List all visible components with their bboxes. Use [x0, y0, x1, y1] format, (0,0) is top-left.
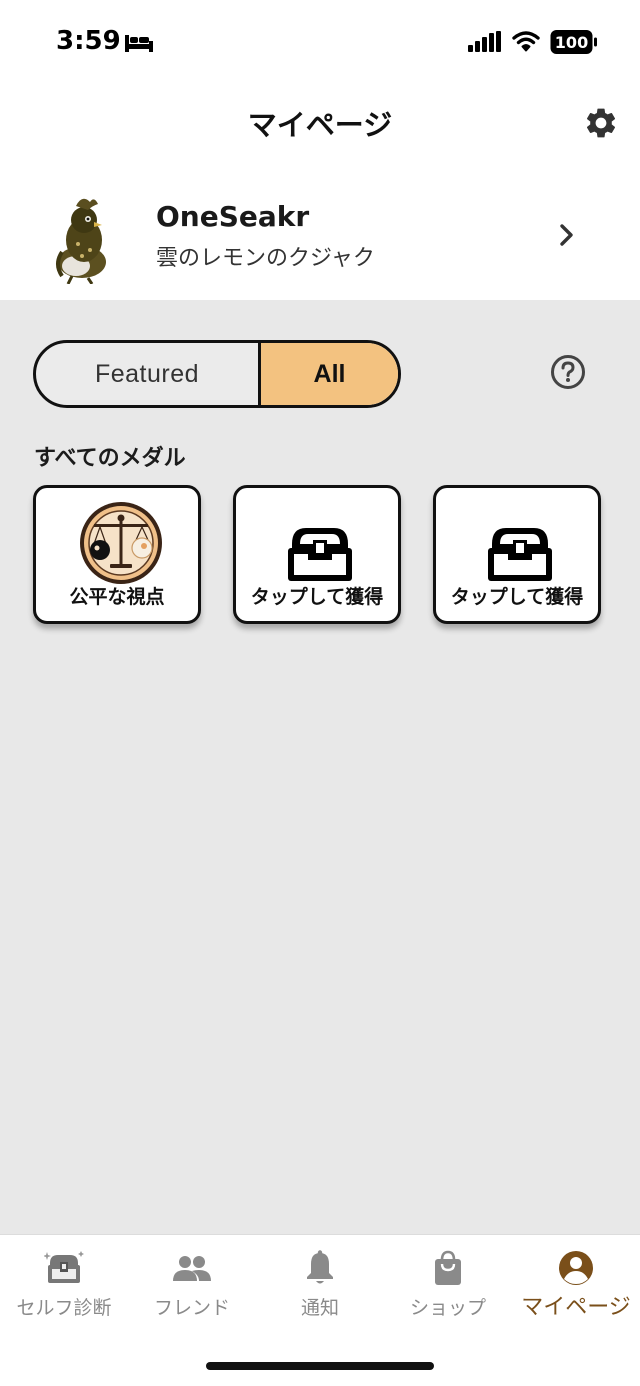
chevron-right-icon [560, 224, 573, 246]
wifi-icon [512, 31, 540, 52]
nav-notifications[interactable]: 通知 [256, 1235, 384, 1335]
medal-filter-toggle: Featured All [33, 340, 401, 408]
home-indicator[interactable] [206, 1362, 434, 1370]
avatar [56, 198, 106, 284]
nav-label: フレンド [153, 1297, 230, 1319]
medal-card-fair-perspective[interactable]: 公平な視点 [33, 485, 201, 624]
medal-label: 公平な視点 [69, 586, 165, 608]
status-time: 3:59 [56, 26, 121, 56]
bell-icon [307, 1250, 333, 1284]
nav-self-diagnosis[interactable]: セルフ診断 [0, 1235, 128, 1335]
help-icon[interactable] [550, 354, 586, 390]
settings-button[interactable] [580, 102, 622, 144]
nav-shop[interactable]: ショップ [384, 1235, 512, 1335]
friends-icon [173, 1256, 211, 1281]
nav-label: 通知 [300, 1297, 339, 1319]
profile-name: OneSeakr [156, 200, 310, 233]
toggle-featured[interactable]: Featured [36, 343, 261, 405]
treasure-box-icon [44, 1251, 84, 1283]
profile-subtitle: 雲のレモンのクジャク [156, 246, 375, 271]
medal-label: タップして獲得 [250, 586, 384, 608]
page-title: マイページ [247, 108, 393, 142]
medal-card-locked[interactable]: タップして獲得 [233, 485, 401, 624]
battery-level: 100 [555, 33, 588, 52]
profile-row[interactable]: OneSeakr 雲のレモンのクジャク [0, 178, 640, 298]
account-icon [559, 1251, 593, 1285]
nav-label: マイページ [521, 1295, 631, 1320]
gear-icon [586, 108, 616, 138]
status-bar: 3:59 100 [0, 0, 640, 88]
medal-label: タップして獲得 [450, 586, 584, 608]
medal-card-locked[interactable]: タップして獲得 [433, 485, 601, 624]
nav-friends[interactable]: フレンド [128, 1235, 256, 1335]
cellular-signal-icon [468, 31, 501, 52]
nav-label: ショップ [409, 1297, 486, 1319]
treasure-chest-icon [288, 528, 352, 581]
shopping-bag-icon [435, 1250, 461, 1285]
bed-icon [125, 35, 153, 52]
nav-mypage[interactable]: マイページ [512, 1235, 640, 1335]
battery-icon: 100 [550, 30, 597, 54]
treasure-chest-icon [488, 528, 552, 581]
section-title: すべてのメダル [34, 446, 186, 471]
scales-medal-icon [80, 502, 162, 584]
toggle-all[interactable]: All [261, 343, 398, 405]
